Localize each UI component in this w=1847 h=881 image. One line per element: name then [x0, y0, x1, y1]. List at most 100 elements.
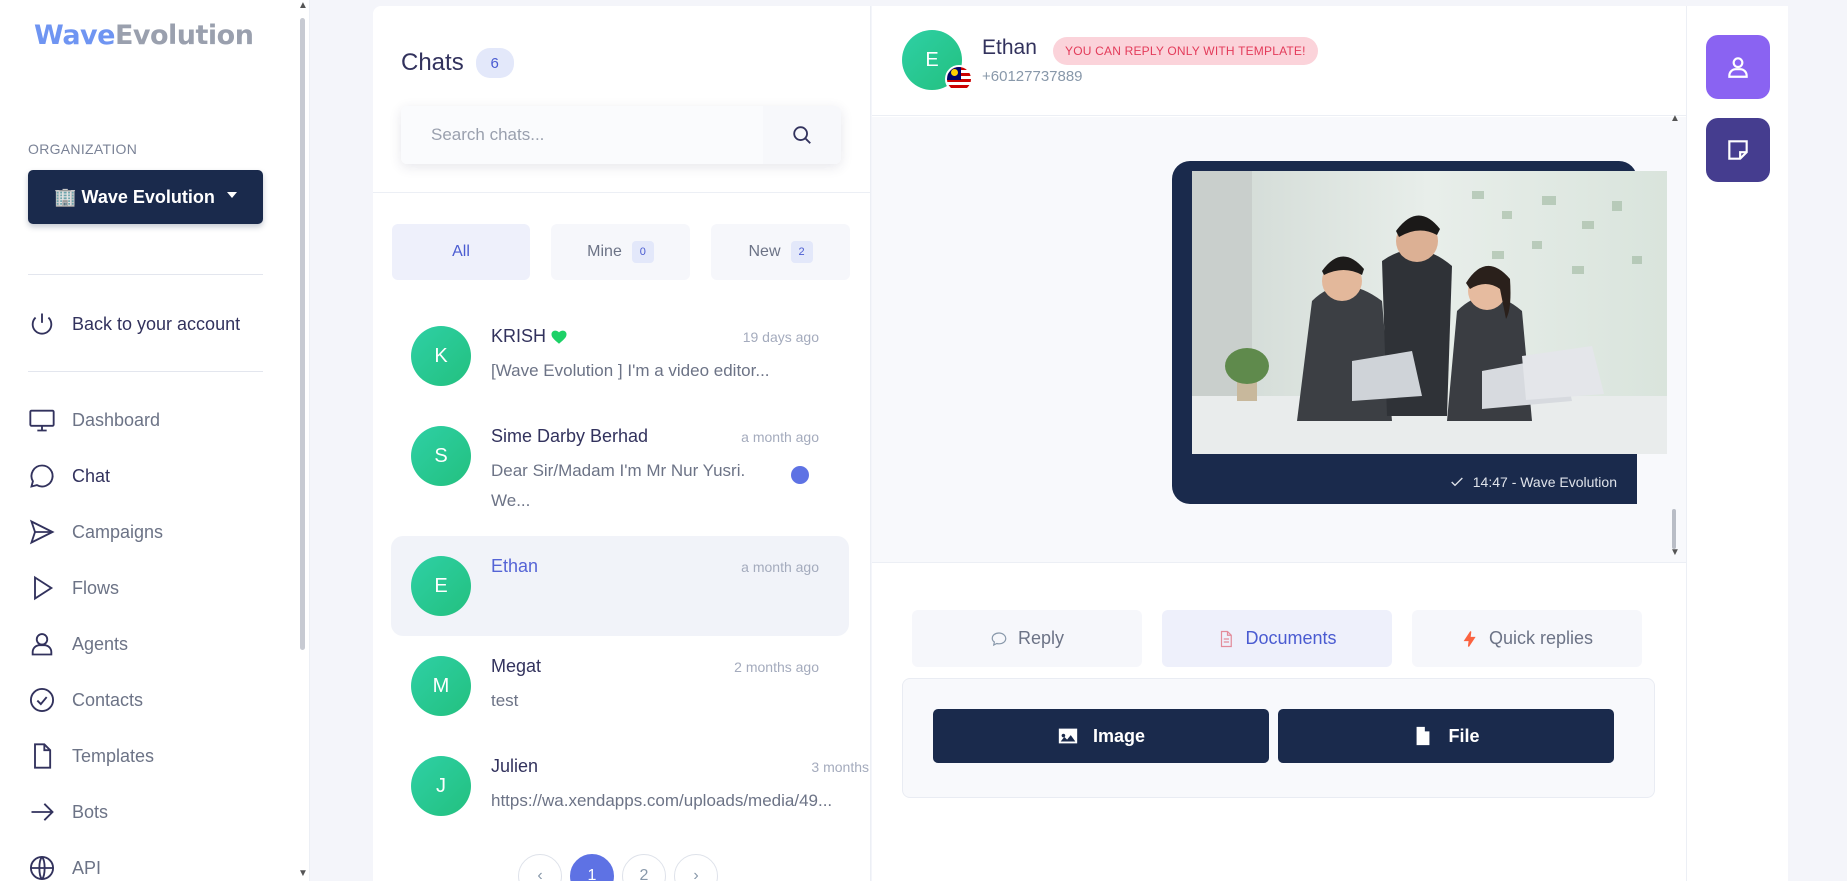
- scroll-up-arrow-icon[interactable]: ▲: [1670, 113, 1680, 124]
- sidebar-item-api[interactable]: API: [28, 853, 101, 881]
- search-button[interactable]: [763, 106, 841, 164]
- malaysia-flag-icon: [945, 65, 973, 93]
- attach-image-button[interactable]: Image: [933, 709, 1269, 763]
- chats-panel: Chats 6 All Mine 0 New 2 K KRISH 19 days…: [373, 6, 871, 881]
- sidebar-item-contacts[interactable]: Contacts: [28, 685, 143, 715]
- tab-label: Documents: [1245, 628, 1337, 648]
- sidebar-item-label: Chat: [72, 465, 111, 486]
- tab-label: Reply: [1017, 628, 1065, 648]
- user-icon: [1728, 57, 1748, 78]
- sidebar-item-bots[interactable]: Bots: [28, 797, 108, 827]
- attach-image-label: Image: [1092, 725, 1146, 746]
- right-rail: [1686, 6, 1788, 881]
- check-badge-icon: [29, 687, 55, 713]
- chat-preview: Dear Sir/Madam I'm Mr Nur Yusri. We...: [491, 461, 746, 510]
- chat-time: 2 months ago: [734, 659, 819, 675]
- chat-preview: [Wave Evolution ] I'm a video editor...: [491, 361, 770, 380]
- filter-all-tab[interactable]: All: [392, 224, 530, 280]
- sidebar-item-dashboard[interactable]: Dashboard: [28, 405, 160, 435]
- monitor-icon: [29, 409, 55, 432]
- filter-new-tab[interactable]: New 2: [711, 224, 850, 280]
- power-icon: [31, 313, 53, 335]
- chat-name: Julien: [491, 756, 539, 776]
- pagination-prev-button[interactable]: ‹: [518, 854, 562, 881]
- arrow-right-icon: [31, 803, 54, 821]
- sidebar-item-label: Campaigns: [72, 521, 164, 542]
- attach-file-button[interactable]: File: [1278, 709, 1614, 763]
- chats-title: Chats: [401, 49, 464, 76]
- pagination: ‹ 1 2 ›: [518, 854, 718, 881]
- image-icon: [1058, 728, 1078, 744]
- chat-list-item[interactable]: E Ethan a month ago: [391, 536, 849, 636]
- message-image[interactable]: [1192, 171, 1667, 454]
- sidebar-item-label: API: [72, 857, 102, 878]
- pagination-page-button[interactable]: 1: [570, 854, 614, 881]
- outgoing-message-bubble[interactable]: 14:47 - Wave Evolution: [1172, 161, 1667, 504]
- search-box: [401, 106, 841, 164]
- conversation-panel: E Ethan YOU CAN REPLY ONLY WITH TEMPLATE…: [872, 6, 1686, 881]
- chat-list-item[interactable]: K KRISH 19 days ago [Wave Evolution ] I'…: [391, 306, 849, 406]
- chat-preview: https://wa.xendapps.com/uploads/media/49…: [491, 791, 833, 810]
- sidebar-item-chat[interactable]: Chat: [28, 461, 110, 491]
- filter-count-badge: 0: [631, 241, 654, 263]
- sidebar-item-label: Bots: [72, 801, 109, 822]
- avatar: S: [411, 426, 471, 486]
- attachment-panel: Image File: [902, 678, 1655, 798]
- back-to-account-link[interactable]: Back to your account: [28, 309, 240, 339]
- sidebar-item-label: Flows: [72, 577, 120, 598]
- chat-time: a month ago: [741, 429, 819, 445]
- sidebar-scrollbar[interactable]: [300, 18, 305, 650]
- message-meta-text: 14:47 - Wave Evolution: [1472, 474, 1617, 490]
- pagination-next-button[interactable]: ›: [674, 854, 718, 881]
- tab-reply[interactable]: Reply: [912, 610, 1142, 667]
- tab-documents[interactable]: Documents: [1162, 610, 1392, 667]
- tab-quick-replies[interactable]: Quick replies: [1412, 610, 1642, 667]
- organization-dropdown[interactable]: 🏢 Wave Evolution: [28, 170, 263, 224]
- scroll-up-arrow-icon[interactable]: ▲: [298, 0, 308, 11]
- chat-name: KRISH: [491, 326, 568, 347]
- office-team-photo: [1192, 171, 1667, 454]
- document-icon: [1221, 630, 1233, 647]
- chat-name: Megat: [491, 656, 542, 676]
- sidebar: WaveEvolution ORGANIZATION 🏢 Wave Evolut…: [0, 0, 310, 881]
- avatar: K: [411, 326, 471, 386]
- scroll-down-arrow-icon[interactable]: ▼: [1670, 547, 1680, 558]
- sidebar-item-templates[interactable]: Templates: [28, 741, 154, 771]
- chat-name-text: KRISH: [491, 326, 547, 346]
- sidebar-item-flows[interactable]: Flows: [28, 573, 119, 603]
- chats-divider: [373, 192, 870, 193]
- sidebar-item-label: Templates: [72, 745, 155, 766]
- message-thread[interactable]: 14:47 - Wave Evolution ▲ ▼: [872, 113, 1686, 563]
- sticky-note-icon: [1728, 140, 1748, 160]
- contact-phone: +60127737889: [982, 68, 1083, 85]
- sidebar-item-label: Contacts: [72, 689, 144, 710]
- chat-list-item[interactable]: J Julien 3 months https://wa.xendapps.co…: [391, 736, 869, 836]
- search-input[interactable]: [401, 106, 763, 164]
- sidebar-item-agents[interactable]: Agents: [28, 629, 128, 659]
- unread-dot: [791, 466, 809, 484]
- chat-name: Ethan: [491, 556, 539, 576]
- brand-logo[interactable]: WaveEvolution: [34, 20, 254, 51]
- play-icon: [34, 575, 54, 601]
- chat-bubble-icon: [30, 464, 54, 488]
- filter-label: Mine: [587, 243, 622, 260]
- scroll-down-arrow-icon[interactable]: ▼: [298, 868, 308, 879]
- check-icon: [1450, 477, 1463, 487]
- chat-list-item[interactable]: M Megat 2 months ago test: [391, 636, 849, 736]
- sidebar-divider: [28, 371, 263, 372]
- conversation-header: E Ethan YOU CAN REPLY ONLY WITH TEMPLATE…: [872, 6, 1686, 116]
- notes-button[interactable]: [1706, 118, 1770, 182]
- contact-info-button[interactable]: [1706, 35, 1770, 99]
- chat-name: Sime Darby Berhad: [491, 426, 649, 446]
- chat-list-item[interactable]: S Sime Darby Berhad a month ago Dear Sir…: [391, 406, 849, 510]
- filter-label: All: [452, 243, 470, 260]
- thread-scrollbar[interactable]: [1672, 509, 1676, 549]
- composer-tabs: Reply Documents Quick replies: [912, 610, 1642, 667]
- filter-mine-tab[interactable]: Mine 0: [551, 224, 690, 280]
- globe-icon: [29, 855, 55, 881]
- sidebar-item-campaigns[interactable]: Campaigns: [28, 517, 163, 547]
- caret-down-icon: [226, 192, 237, 198]
- chats-count-badge: 6: [475, 48, 514, 78]
- pagination-page-button[interactable]: 2: [622, 854, 666, 881]
- avatar: M: [411, 656, 471, 716]
